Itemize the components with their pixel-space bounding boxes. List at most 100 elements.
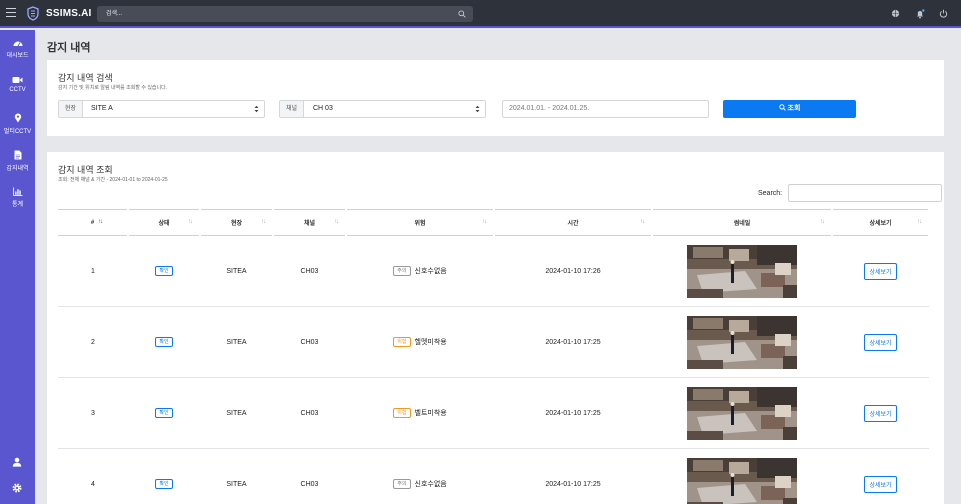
sidebar-item-label: 감지내역: [6, 166, 29, 172]
date-range-input[interactable]: 2024.01.01. - 2024.01.25.: [502, 100, 709, 118]
detail-button[interactable]: 상세보기: [864, 475, 897, 493]
map-pin-icon: [14, 113, 21, 123]
page-title: 감지 내역: [47, 42, 91, 54]
select-caret-icon: [254, 105, 259, 113]
sort-asc-icon: ↑↓: [98, 219, 103, 225]
column-header-risk[interactable]: 위험 ↑↓: [346, 209, 495, 236]
sidebar-item-label: 대시보드: [6, 53, 29, 59]
risk-type: 신호수없음: [414, 268, 447, 275]
column-header-status[interactable]: 상태 ↑↓: [128, 209, 201, 236]
user-icon[interactable]: [12, 457, 22, 467]
cctv-thumbnail-image[interactable]: [687, 315, 797, 369]
status-badge: 확인: [155, 479, 173, 489]
bar-chart-icon: [12, 187, 22, 196]
status-badge: 확인: [155, 266, 173, 276]
select-caret-icon: [475, 105, 480, 113]
bell-icon[interactable]: [915, 9, 925, 19]
globe-icon[interactable]: [891, 9, 900, 18]
site-label: 현장: [59, 101, 84, 117]
column-header-site[interactable]: 현장 ↑↓: [200, 209, 274, 236]
filter-title: 감지 내역 검색: [58, 73, 113, 83]
table-row[interactable]: 2 확인 SITEA CH03 위험 헬멧미착용 2024-01-10 17:25: [58, 306, 929, 378]
risk-level-tag: 위험: [393, 337, 411, 347]
row-site: SITEA: [200, 377, 273, 449]
sort-icon: ↑↓: [640, 219, 645, 225]
power-icon[interactable]: [939, 9, 948, 18]
main-content: 감지 내역 감지 내역 검색 감지 기간 및 위치로 알림 내역를 조회할 수 …: [35, 30, 961, 504]
sort-icon: ↑↓: [917, 219, 922, 225]
risk-type: 벨트미착용: [414, 410, 447, 417]
table-row[interactable]: 3 확인 SITEA CH03 위험 벨트미착용 2024-01-10 17:25: [58, 377, 929, 449]
sort-icon: ↑↓: [334, 219, 339, 225]
row-time: 2024-01-10 17:25: [494, 377, 652, 449]
sidebar: 대시보드 CCTV 멀티CCTV 감지내역 통계: [0, 30, 35, 504]
brand-name: SSIMS.AI: [46, 8, 92, 19]
row-channel: CH03: [273, 306, 346, 378]
sort-icon: ↑↓: [482, 219, 487, 225]
row-channel: CH03: [273, 377, 346, 449]
row-channel: CH03: [273, 448, 346, 504]
global-search[interactable]: [97, 6, 473, 22]
sidebar-item-label: CCTV: [9, 87, 26, 93]
table-search-input[interactable]: [788, 184, 942, 202]
detail-button[interactable]: 상세보기: [864, 333, 897, 351]
detail-button[interactable]: 상세보기: [864, 404, 897, 422]
cctv-thumbnail-image[interactable]: [687, 386, 797, 440]
logo-icon: [27, 6, 39, 21]
sort-icon: ↑↓: [261, 219, 266, 225]
sort-icon: ↑↓: [188, 219, 193, 225]
row-time: 2024-01-10 17:25: [494, 448, 652, 504]
row-number: 4: [58, 448, 128, 504]
cctv-thumbnail-image[interactable]: [687, 244, 797, 298]
risk-type: 신호수없음: [414, 481, 447, 488]
column-header-no[interactable]: # ↑↓: [58, 209, 129, 236]
channel-select[interactable]: 채널 CH 03: [279, 100, 486, 118]
global-search-input[interactable]: [106, 8, 446, 20]
status-badge: 확인: [155, 337, 173, 347]
results-subtitle: 조회: 전체 채널 & 기간 - 2024-01-01 to 2024-01-2…: [58, 177, 168, 183]
table-row[interactable]: 1 확인 SITEA CH03 주의 신호수없음 2024-01-10 17:26: [58, 235, 929, 307]
risk-type: 헬멧미착용: [414, 339, 447, 346]
table-search-label: Search:: [758, 190, 783, 197]
results-table: # ↑↓ 상태 ↑↓ 현장 ↑↓ 채널 ↑↓ 위험 ↑↓ 시간 ↑↓ 썸네일 ↑↓ 상세보기 ↑…: [58, 209, 930, 504]
cctv-thumbnail-image[interactable]: [687, 457, 797, 504]
dashboard-icon: [13, 41, 22, 47]
channel-value: CH 03: [313, 105, 333, 112]
document-icon: [14, 150, 21, 160]
sidebar-item-dashboard[interactable]: 대시보드: [0, 39, 35, 59]
results-card: 감지 내역 조회 조회: 전체 채널 & 기간 - 2024-01-01 to …: [47, 152, 944, 504]
row-site: SITEA: [200, 235, 273, 307]
search-icon[interactable]: [458, 10, 466, 18]
channel-label: 채널: [280, 101, 305, 117]
menu-icon[interactable]: [6, 8, 16, 18]
row-channel: CH03: [273, 235, 346, 307]
column-header-detail[interactable]: 상세보기 ↑↓: [832, 209, 930, 236]
row-number: 1: [58, 235, 128, 307]
search-button-label: 조회: [787, 105, 801, 112]
row-time: 2024-01-10 17:26: [494, 235, 652, 307]
results-title: 감지 내역 조회: [58, 165, 113, 175]
search-button[interactable]: 조회: [723, 100, 856, 118]
gear-icon[interactable]: [12, 483, 22, 493]
sidebar-item-cctv[interactable]: CCTV: [0, 76, 35, 93]
row-site: SITEA: [200, 448, 273, 504]
sidebar-item-multi-cctv[interactable]: 멀티CCTV: [0, 113, 35, 135]
sidebar-item-label: 멀티CCTV: [3, 129, 32, 135]
sidebar-item-detections[interactable]: 감지내역: [0, 150, 35, 172]
site-value: SITE A: [91, 105, 113, 112]
sidebar-item-statistics[interactable]: 통계: [0, 187, 35, 208]
date-range-value: 2024.01.01. - 2024.01.25.: [509, 105, 590, 112]
status-badge: 확인: [155, 408, 173, 418]
video-camera-icon: [12, 77, 23, 83]
site-select[interactable]: 현장 SITE A: [58, 100, 265, 118]
detail-button[interactable]: 상세보기: [864, 262, 897, 280]
table-row[interactable]: 4 확인 SITEA CH03 주의 신호수없음 2024-01-10 17:25: [58, 448, 929, 504]
risk-level-tag: 주의: [393, 479, 411, 489]
column-header-channel[interactable]: 채널 ↑↓: [273, 209, 347, 236]
column-header-thumbnail[interactable]: 썸네일 ↑↓: [652, 209, 833, 236]
column-header-time[interactable]: 시간 ↑↓: [494, 209, 653, 236]
row-number: 2: [58, 306, 128, 378]
filter-card: 감지 내역 검색 감지 기간 및 위치로 알림 내역를 조회할 수 있습니다. …: [47, 60, 944, 136]
row-number: 3: [58, 377, 128, 449]
sort-icon: ↑↓: [820, 219, 825, 225]
